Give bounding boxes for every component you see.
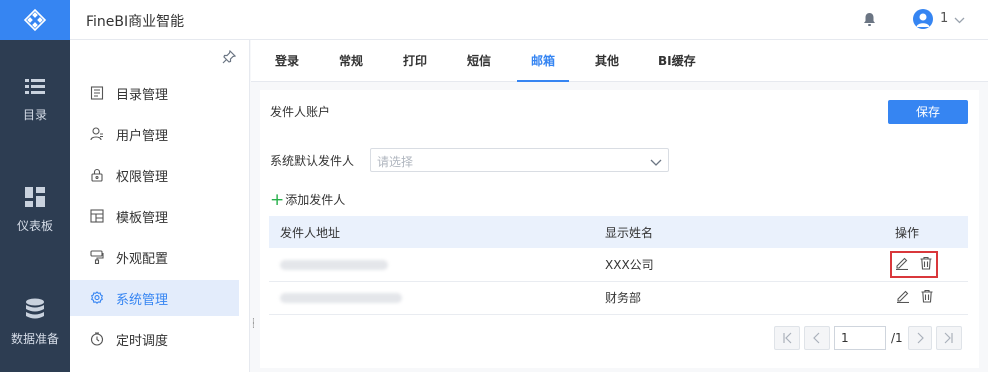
list-icon (25, 79, 45, 94)
sidebar-item-label: 用户管理 (116, 128, 169, 144)
app-rail: 目录 仪表板 数据准备 (0, 0, 70, 372)
brush-icon (90, 250, 104, 264)
delete-icon[interactable] (919, 256, 933, 273)
page-number-input[interactable]: 1 (834, 326, 886, 350)
sender-address-cell (269, 248, 595, 282)
pin-icon[interactable] (222, 49, 237, 68)
tab-other[interactable]: 其他 (595, 40, 619, 82)
table-row: 财务部 (269, 281, 968, 315)
mail-settings-panel: 发件人账户 保存 系统默认发件人 请选择 + 添加发件人 发件人地址 显示姓名 … (260, 90, 979, 368)
sidebar-item-label: 目录管理 (116, 87, 169, 103)
tab-print[interactable]: 打印 (403, 40, 427, 82)
sidebar-item-label: 权限管理 (116, 169, 169, 185)
notification-bell-icon[interactable] (863, 12, 876, 30)
user-icon (90, 127, 104, 141)
sender-table: 发件人地址 显示姓名 操作 XXX公司 财务部 (269, 216, 968, 315)
sender-name-cell: XXX公司 (595, 248, 895, 282)
gear-icon (90, 291, 104, 305)
sidebar-item-label: 定时调度 (116, 333, 169, 349)
dashboard-icon (25, 187, 45, 207)
prev-page-button[interactable] (804, 326, 830, 350)
rail-item-data-prep[interactable]: 数据准备 (0, 298, 70, 347)
edit-icon[interactable] (895, 256, 909, 273)
rail-item-label: 仪表板 (16, 219, 53, 233)
logo-icon (23, 8, 47, 32)
redacted-address (280, 293, 402, 303)
lock-icon (90, 168, 104, 182)
row-actions-highlight (890, 250, 938, 278)
sidebar-item-label: 系统管理 (116, 292, 169, 308)
user-name[interactable]: 1 (940, 11, 948, 26)
save-button[interactable]: 保存 (888, 100, 968, 124)
rail-item-catalog[interactable]: 目录 (0, 78, 70, 123)
chevron-right-icon (917, 332, 924, 344)
first-page-button[interactable] (774, 326, 800, 350)
add-sender-button[interactable]: + 添加发件人 (270, 191, 345, 208)
rail-item-label: 数据准备 (10, 332, 59, 346)
plus-icon: + (270, 189, 285, 210)
tab-mailbox[interactable]: 邮箱 (517, 40, 569, 82)
tab-sms[interactable]: 短信 (467, 40, 491, 82)
delete-icon[interactable] (920, 289, 934, 306)
sidebar-item-directory[interactable]: 目录管理 (70, 75, 239, 111)
table-row: XXX公司 (269, 248, 968, 282)
sidebar-item-permissions[interactable]: 权限管理 (70, 157, 239, 193)
last-page-button[interactable] (936, 326, 962, 350)
sender-account-title: 发件人账户 (270, 105, 331, 119)
default-sender-placeholder: 请选择 (377, 155, 414, 169)
redacted-address (280, 259, 388, 270)
page-total: /1 (891, 331, 903, 345)
template-icon (90, 209, 104, 223)
settings-tabs: 登录 常规 打印 短信 邮箱 其他 BI缓存 (251, 40, 988, 82)
default-sender-label: 系统默认发件人 (270, 154, 355, 168)
chevron-left-icon (813, 332, 820, 344)
next-page-button[interactable] (908, 326, 932, 350)
chevron-down-icon (650, 156, 662, 171)
sender-name-cell: 财务部 (595, 281, 895, 315)
last-page-icon (944, 332, 953, 344)
resize-grip-icon[interactable]: ⁞ ⁞ (252, 318, 256, 331)
actions-cell (895, 281, 968, 315)
management-sidebar: 目录管理 用户管理 权限管理 模板管理 外观配置 系统管理 定时调度 ⁞ ⁞ (70, 40, 255, 372)
app-title: FineBI商业智能 (86, 14, 185, 30)
app-logo[interactable] (0, 0, 70, 40)
directory-icon (90, 86, 104, 100)
add-sender-label: 添加发件人 (285, 193, 346, 207)
chevron-down-icon[interactable] (954, 13, 965, 28)
tab-bi-cache[interactable]: BI缓存 (658, 40, 696, 82)
edit-icon[interactable] (896, 289, 910, 306)
top-bar: FineBI商业智能 1 (70, 0, 988, 40)
actions-cell (890, 248, 968, 282)
sidebar-item-templates[interactable]: 模板管理 (70, 198, 239, 234)
column-header-actions: 操作 (895, 216, 968, 248)
sidebar-item-system[interactable]: 系统管理 (70, 280, 239, 316)
sidebar-item-label: 外观配置 (116, 251, 169, 267)
rail-item-label: 目录 (22, 108, 47, 122)
column-header-address: 发件人地址 (269, 216, 595, 248)
row-actions (895, 289, 934, 306)
tab-login[interactable]: 登录 (275, 40, 299, 82)
user-avatar-icon[interactable] (913, 9, 933, 29)
tab-general[interactable]: 常规 (339, 40, 363, 82)
sidebar-item-appearance[interactable]: 外观配置 (70, 239, 239, 275)
table-header-row: 发件人地址 显示姓名 操作 (269, 216, 968, 248)
default-sender-select[interactable]: 请选择 (370, 148, 669, 172)
sidebar-item-scheduling[interactable]: 定时调度 (70, 321, 239, 357)
first-page-icon (783, 332, 792, 344)
clock-icon (90, 332, 104, 346)
sender-address-cell (269, 281, 595, 315)
column-header-display-name: 显示姓名 (595, 216, 895, 248)
sidebar-item-label: 模板管理 (116, 210, 169, 226)
database-icon (26, 298, 44, 319)
sidebar-item-users[interactable]: 用户管理 (70, 116, 239, 152)
rail-item-dashboard[interactable]: 仪表板 (0, 187, 70, 234)
